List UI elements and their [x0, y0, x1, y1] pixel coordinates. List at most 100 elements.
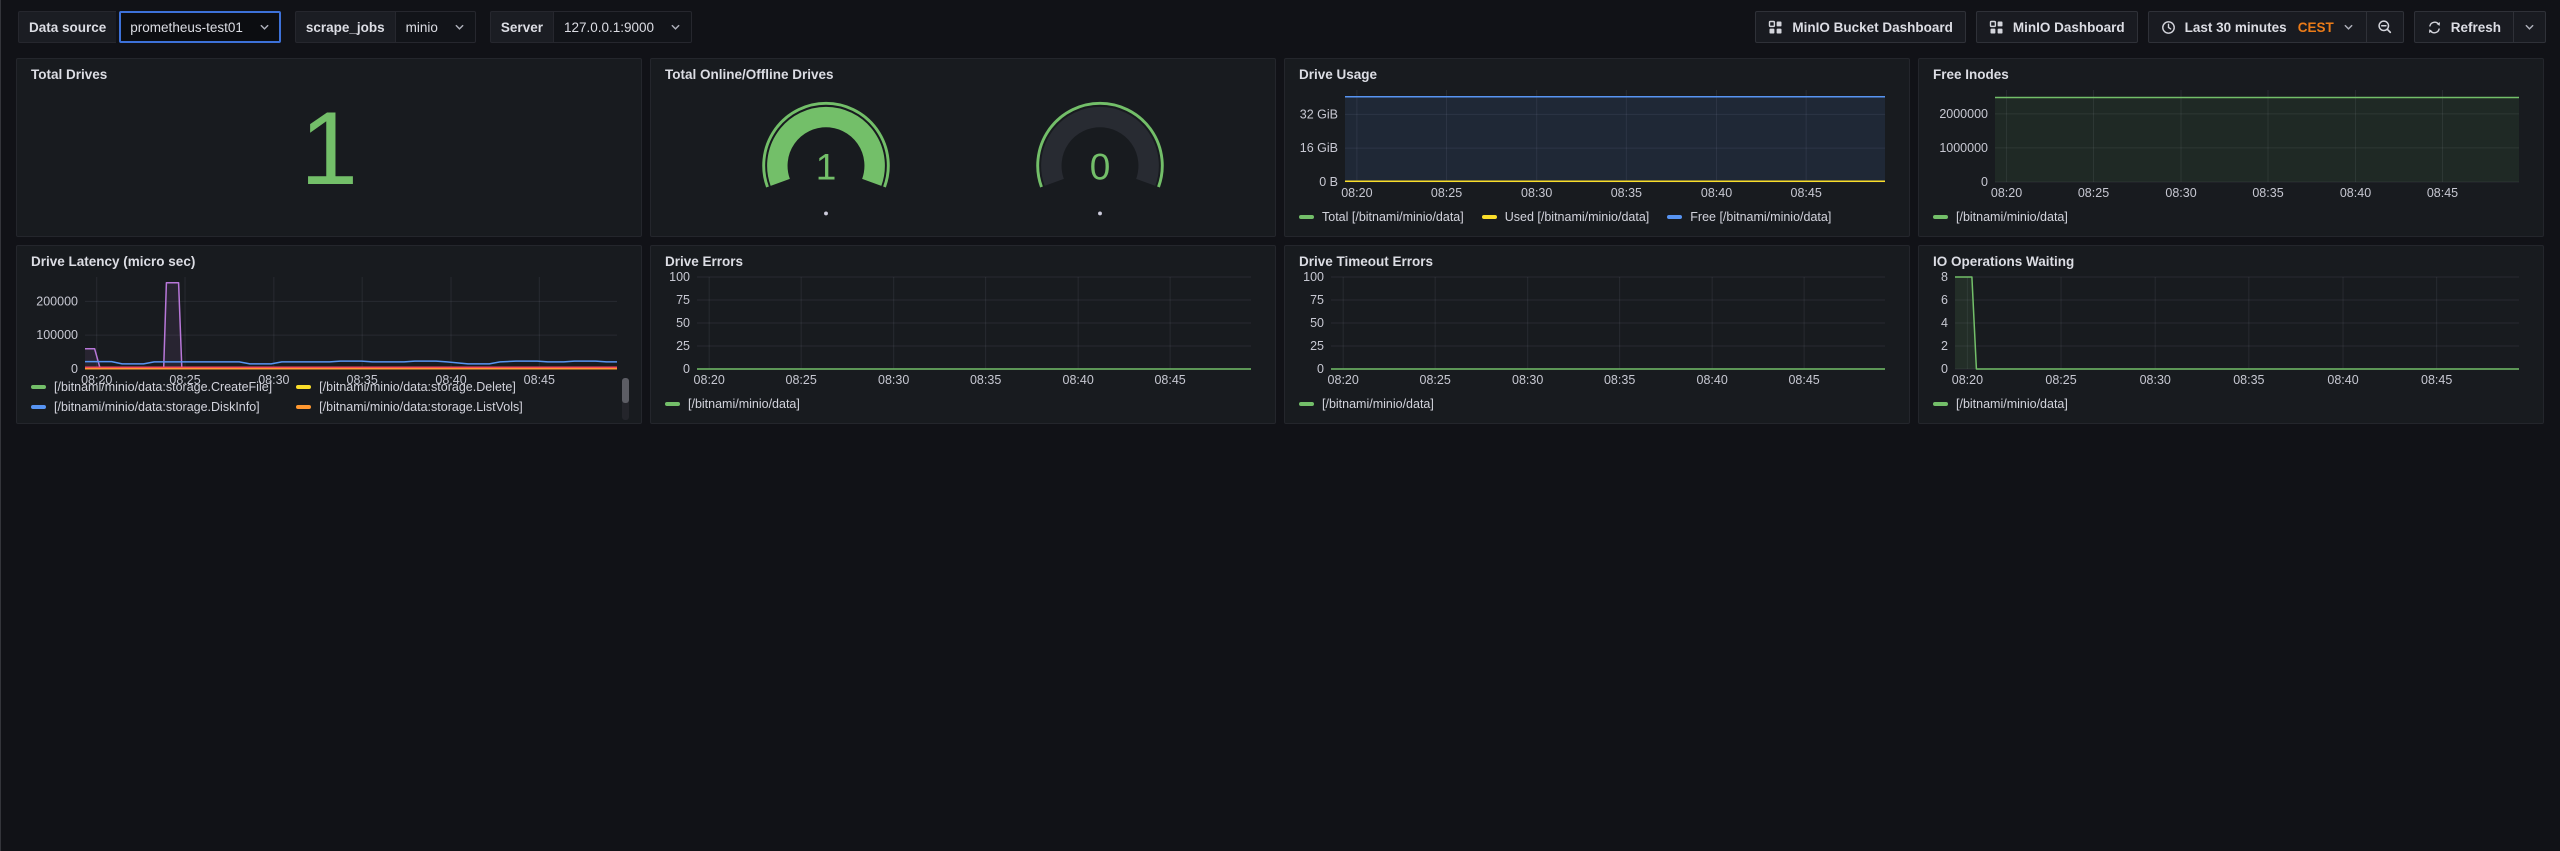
drive-errors-chart[interactable]: 08:2008:2508:3008:3508:4008:451007550250	[663, 271, 1263, 389]
legend-item[interactable]: [/bitnami/minio/data]	[665, 394, 800, 414]
drive-timeout-errors-chart[interactable]: 08:2008:2508:3008:3508:4008:451007550250	[1297, 271, 1897, 389]
svg-text:08:25: 08:25	[1431, 186, 1462, 200]
zoom-out-time-button[interactable]	[2367, 11, 2404, 43]
legend-scrollbar[interactable]	[622, 378, 629, 420]
legend-item[interactable]: [/bitnami/minio/data:storage.Delete]	[296, 380, 523, 394]
minio-bucket-dashboard-link[interactable]: MinIO Bucket Dashboard	[1755, 11, 1966, 43]
drive-latency-legend: [/bitnami/minio/data:storage.CreateFile]…	[29, 375, 629, 415]
svg-text:08:30: 08:30	[1512, 373, 1543, 387]
svg-text:200000: 200000	[36, 294, 78, 308]
legend-item[interactable]: Total [/bitnami/minio/data]	[1299, 207, 1464, 227]
legend-series-label: [/bitnami/minio/data]	[1956, 210, 2068, 224]
time-controls: Last 30 minutes CEST	[2148, 11, 2404, 43]
dashboard-grid: Total Drives 1 Total Online/Offline Driv…	[16, 58, 2544, 424]
svg-text:08:20: 08:20	[1341, 186, 1372, 200]
variable-scrape-jobs: scrape_jobs minio	[295, 11, 476, 43]
legend-series-label: [/bitnami/minio/data:storage.CreateFile]	[54, 380, 272, 394]
io-operations-waiting-legend: [/bitnami/minio/data]	[1931, 389, 2531, 415]
panel-title[interactable]: Total Online/Offline Drives	[663, 65, 1263, 82]
legend-item[interactable]: [/bitnami/minio/data:storage.DiskInfo]	[31, 400, 272, 414]
scrape-jobs-select[interactable]: minio	[395, 11, 476, 43]
svg-text:100000: 100000	[36, 328, 78, 342]
svg-text:0: 0	[1981, 175, 1988, 189]
svg-text:0 B: 0 B	[1319, 175, 1338, 189]
svg-text:75: 75	[1310, 293, 1324, 307]
svg-text:1000000: 1000000	[1939, 141, 1988, 155]
server-select[interactable]: 127.0.0.1:9000	[553, 11, 692, 43]
svg-text:75: 75	[676, 293, 690, 307]
legend-item[interactable]: [/bitnami/minio/data:storage.CreateFile]	[31, 380, 272, 394]
svg-text:08:40: 08:40	[2340, 186, 2371, 200]
legend-item[interactable]: [/bitnami/minio/data]	[1933, 394, 2068, 414]
free-inodes-legend: [/bitnami/minio/data]	[1931, 202, 2531, 228]
drive-usage-chart[interactable]: 08:2008:2508:3008:3508:4008:4532 GiB16 G…	[1297, 84, 1897, 202]
variable-data-source: Data source prometheus-test01	[18, 11, 281, 43]
svg-text:0: 0	[1317, 362, 1324, 376]
svg-text:08:45: 08:45	[1154, 373, 1185, 387]
svg-text:08:45: 08:45	[2421, 373, 2452, 387]
svg-text:2: 2	[1941, 339, 1948, 353]
svg-text:08:25: 08:25	[2045, 373, 2076, 387]
panel-title[interactable]: Drive Latency (micro sec)	[29, 252, 629, 271]
svg-text:08:30: 08:30	[1521, 186, 1552, 200]
legend-series-color	[296, 405, 311, 409]
legend-series-color	[1482, 215, 1497, 219]
panel-title[interactable]: Drive Timeout Errors	[1297, 252, 1897, 271]
svg-text:08:45: 08:45	[1791, 186, 1822, 200]
panel-drive-latency: Drive Latency (micro sec) 08:2008:2508:3…	[16, 245, 642, 424]
time-range-picker[interactable]: Last 30 minutes CEST	[2148, 11, 2367, 43]
panel-title[interactable]: Drive Usage	[1297, 65, 1897, 84]
svg-text:08:25: 08:25	[2078, 186, 2109, 200]
svg-text:8: 8	[1941, 271, 1948, 284]
legend-item[interactable]: Used [/bitnami/minio/data]	[1482, 207, 1650, 227]
free-inodes-chart[interactable]: 08:2008:2508:3008:3508:4008:452000000100…	[1931, 84, 2531, 202]
data-source-select[interactable]: prometheus-test01	[119, 11, 281, 43]
panel-title[interactable]: IO Operations Waiting	[1931, 252, 2531, 271]
legend-scrollbar-thumb[interactable]	[622, 378, 629, 403]
svg-text:08:30: 08:30	[878, 373, 909, 387]
minio-dashboard-link[interactable]: MinIO Dashboard	[1976, 11, 2138, 43]
legend-item[interactable]: [/bitnami/minio/data]	[1933, 207, 2068, 227]
data-source-value: prometheus-test01	[130, 20, 243, 35]
drive-usage-legend: Total [/bitnami/minio/data] Used [/bitnam…	[1297, 202, 1897, 228]
svg-text:08:40: 08:40	[2327, 373, 2358, 387]
svg-text:4: 4	[1941, 316, 1948, 330]
legend-series-label: Free [/bitnami/minio/data]	[1690, 210, 1831, 224]
refresh-button[interactable]: Refresh	[2414, 11, 2514, 43]
offline-drives-gauge: 0	[990, 82, 1210, 228]
legend-series-label: [/bitnami/minio/data:storage.DiskInfo]	[54, 400, 260, 414]
legend-series-label: [/bitnami/minio/data]	[1322, 397, 1434, 411]
time-range-label: Last 30 minutes	[2185, 20, 2287, 35]
drive-latency-chart[interactable]: 08:2008:2508:3008:3508:4008:452000001000…	[29, 271, 629, 375]
clock-icon	[2161, 20, 2176, 35]
panel-title[interactable]: Total Drives	[29, 65, 629, 84]
svg-text:08:40: 08:40	[1701, 186, 1732, 200]
chevron-down-icon	[670, 22, 681, 33]
panel-title[interactable]: Free Inodes	[1931, 65, 2531, 84]
svg-text:25: 25	[1310, 339, 1324, 353]
svg-text:32 GiB: 32 GiB	[1300, 107, 1338, 121]
panel-drive-errors: Drive Errors 08:2008:2508:3008:3508:4008…	[650, 245, 1276, 424]
gauge-group: 1 0	[663, 82, 1263, 228]
search-minus-icon	[2377, 19, 2393, 35]
legend-item[interactable]: [/bitnami/minio/data]	[1299, 394, 1434, 414]
svg-text:08:20: 08:20	[1952, 373, 1983, 387]
online-gauge-value: 1	[816, 146, 837, 187]
io-operations-waiting-chart[interactable]: 08:2008:2508:3008:3508:4008:4586420	[1931, 271, 2531, 389]
panel-online-offline-drives: Total Online/Offline Drives 1 0	[650, 58, 1276, 237]
svg-text:50: 50	[1310, 316, 1324, 330]
svg-text:08:45: 08:45	[2427, 186, 2458, 200]
refresh-label: Refresh	[2451, 20, 2501, 35]
legend-item[interactable]: [/bitnami/minio/data:storage.ListVols]	[296, 400, 523, 414]
panel-free-inodes: Free Inodes 08:2008:2508:3008:3508:4008:…	[1918, 58, 2544, 237]
svg-text:6: 6	[1941, 293, 1948, 307]
variable-server: Server 127.0.0.1:9000	[490, 11, 692, 43]
dashboard-toolbar: Data source prometheus-test01 scrape_job…	[0, 0, 2560, 52]
link-label: MinIO Bucket Dashboard	[1792, 20, 1953, 35]
svg-text:08:45: 08:45	[1788, 373, 1819, 387]
refresh-interval-dropdown[interactable]	[2514, 11, 2546, 43]
panel-title[interactable]: Drive Errors	[663, 252, 1263, 271]
legend-item[interactable]: Free [/bitnami/minio/data]	[1667, 207, 1831, 227]
legend-series-color	[1667, 215, 1682, 219]
legend-series-label: Used [/bitnami/minio/data]	[1505, 210, 1650, 224]
